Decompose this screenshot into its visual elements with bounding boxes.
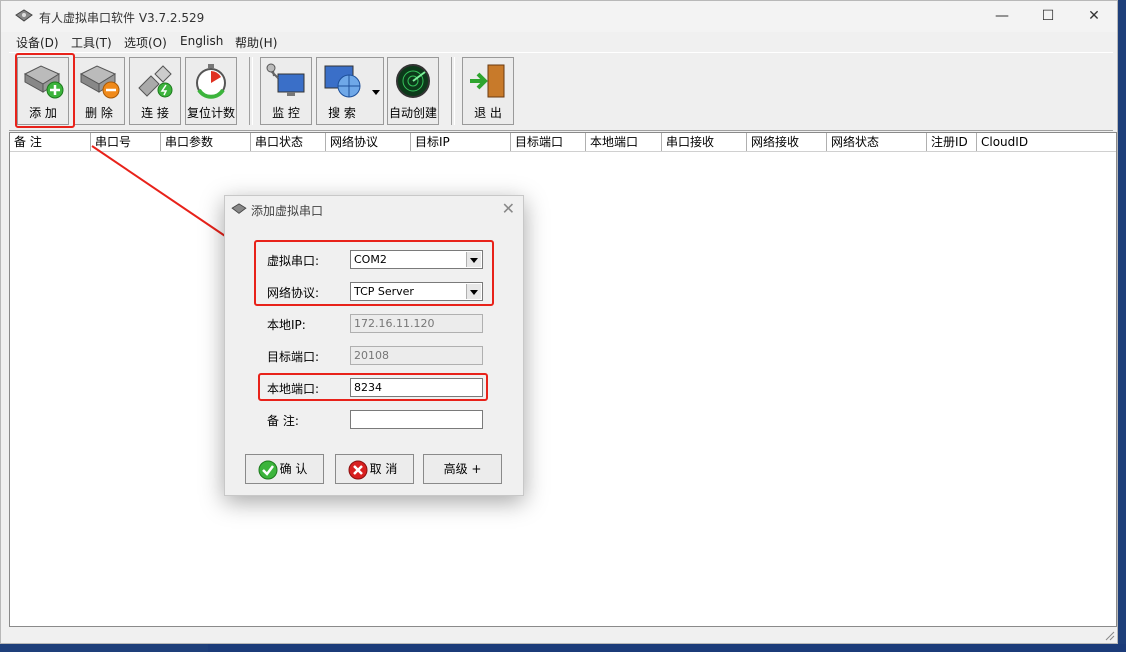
- cancel-button[interactable]: 取 消: [335, 454, 414, 484]
- advanced-button[interactable]: 高级 +: [423, 454, 502, 484]
- remark-field[interactable]: [350, 410, 483, 429]
- target-port-label: 目标端口:: [267, 350, 320, 364]
- chevron-down-icon[interactable]: [466, 252, 481, 267]
- local-port-field[interactable]: 8234: [350, 378, 483, 397]
- ok-button[interactable]: 确 认: [245, 454, 324, 484]
- local-port-label: 本地端口:: [267, 382, 320, 396]
- dialog-app-icon: [231, 203, 247, 214]
- cancel-icon: [348, 460, 368, 480]
- local-ip-field: 172.16.11.120: [350, 314, 483, 333]
- remark-label: 备 注:: [267, 414, 299, 428]
- protocol-select[interactable]: TCP Server: [350, 282, 483, 301]
- dialog-title: 添加虚拟串口: [251, 204, 324, 218]
- check-icon: [258, 460, 278, 480]
- add-virtual-port-dialog: 添加虚拟串口 ✕ 虚拟串口: COM2 网络协议: TCP Server 本地I…: [224, 195, 524, 496]
- target-port-field: 20108: [350, 346, 483, 365]
- virtual-port-label: 虚拟串口:: [267, 254, 320, 268]
- protocol-value: TCP Server: [354, 285, 414, 298]
- dialog-close-icon[interactable]: ✕: [502, 199, 515, 218]
- chevron-down-icon[interactable]: [466, 284, 481, 299]
- virtual-port-select[interactable]: COM2: [350, 250, 483, 269]
- protocol-label: 网络协议:: [267, 286, 320, 300]
- local-ip-label: 本地IP:: [267, 318, 306, 332]
- annotation-arrow: [91, 145, 240, 246]
- virtual-port-value: COM2: [354, 253, 387, 266]
